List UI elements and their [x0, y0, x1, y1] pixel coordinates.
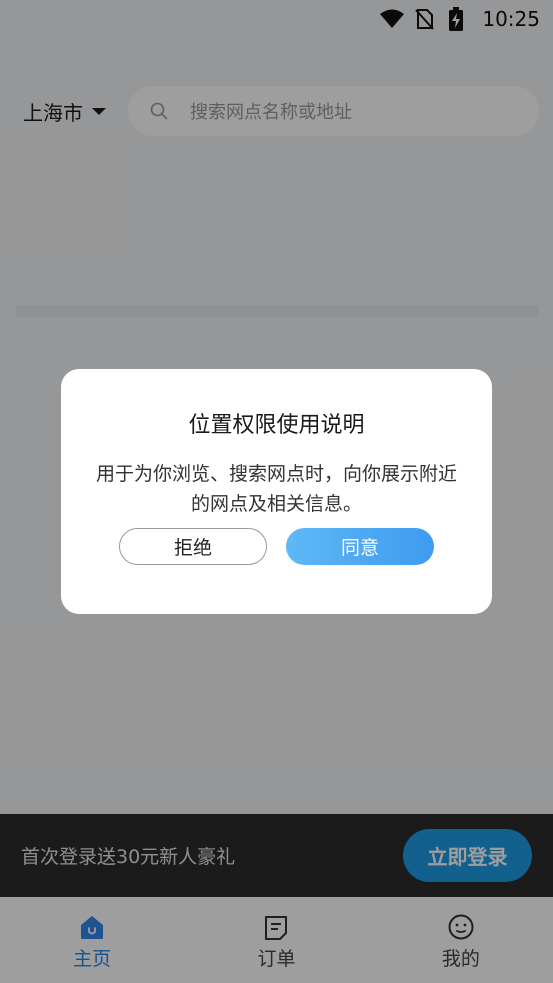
dialog-message: 用于为你浏览、搜索网点时，向你展示附近的网点及相关信息。	[95, 463, 457, 515]
reject-button[interactable]: 拒绝	[119, 528, 267, 565]
dialog-title: 位置权限使用说明	[188, 413, 365, 438]
location-permission-dialog: 位置权限使用说明 用于为你浏览、搜索网点时，向你展示附近的网点及相关信息。 拒绝…	[61, 369, 492, 614]
agree-button[interactable]: 同意	[286, 528, 434, 565]
